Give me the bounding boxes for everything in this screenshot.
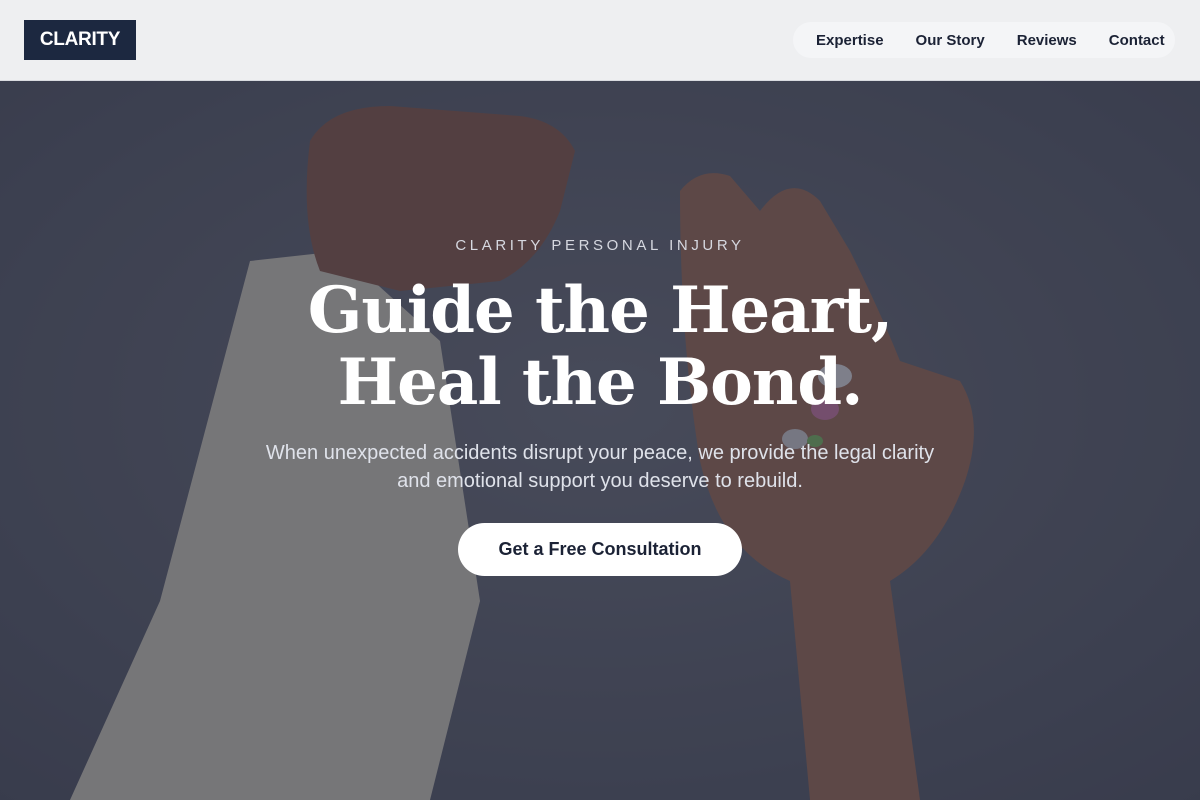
hero-content: CLARITY PERSONAL INJURY Guide the Heart,… [0, 81, 1200, 800]
hero-subtext: When unexpected accidents disrupt your p… [265, 442, 935, 492]
hero-headline: Guide the Heart, Heal the Bond. [0, 275, 1200, 419]
free-consultation-button[interactable]: Get a Free Consultation [458, 523, 742, 576]
hero-headline-line-1: Guide the Heart, [307, 273, 894, 348]
nav-link-expertise[interactable]: Expertise [816, 32, 884, 49]
nav-link-our-story[interactable]: Our Story [916, 32, 985, 49]
hero-headline-line-2: Heal the Bond. [337, 345, 864, 420]
site-header: CLARITY Expertise Our Story Reviews Cont… [0, 0, 1200, 81]
logo[interactable]: CLARITY [24, 20, 136, 60]
hero-section: CLARITY PERSONAL INJURY Guide the Heart,… [0, 81, 1200, 800]
nav-link-contact[interactable]: Contact [1109, 32, 1165, 49]
nav-link-reviews[interactable]: Reviews [1017, 32, 1077, 49]
main-nav: Expertise Our Story Reviews Contact [793, 22, 1175, 58]
hero-eyebrow: CLARITY PERSONAL INJURY [455, 237, 745, 254]
